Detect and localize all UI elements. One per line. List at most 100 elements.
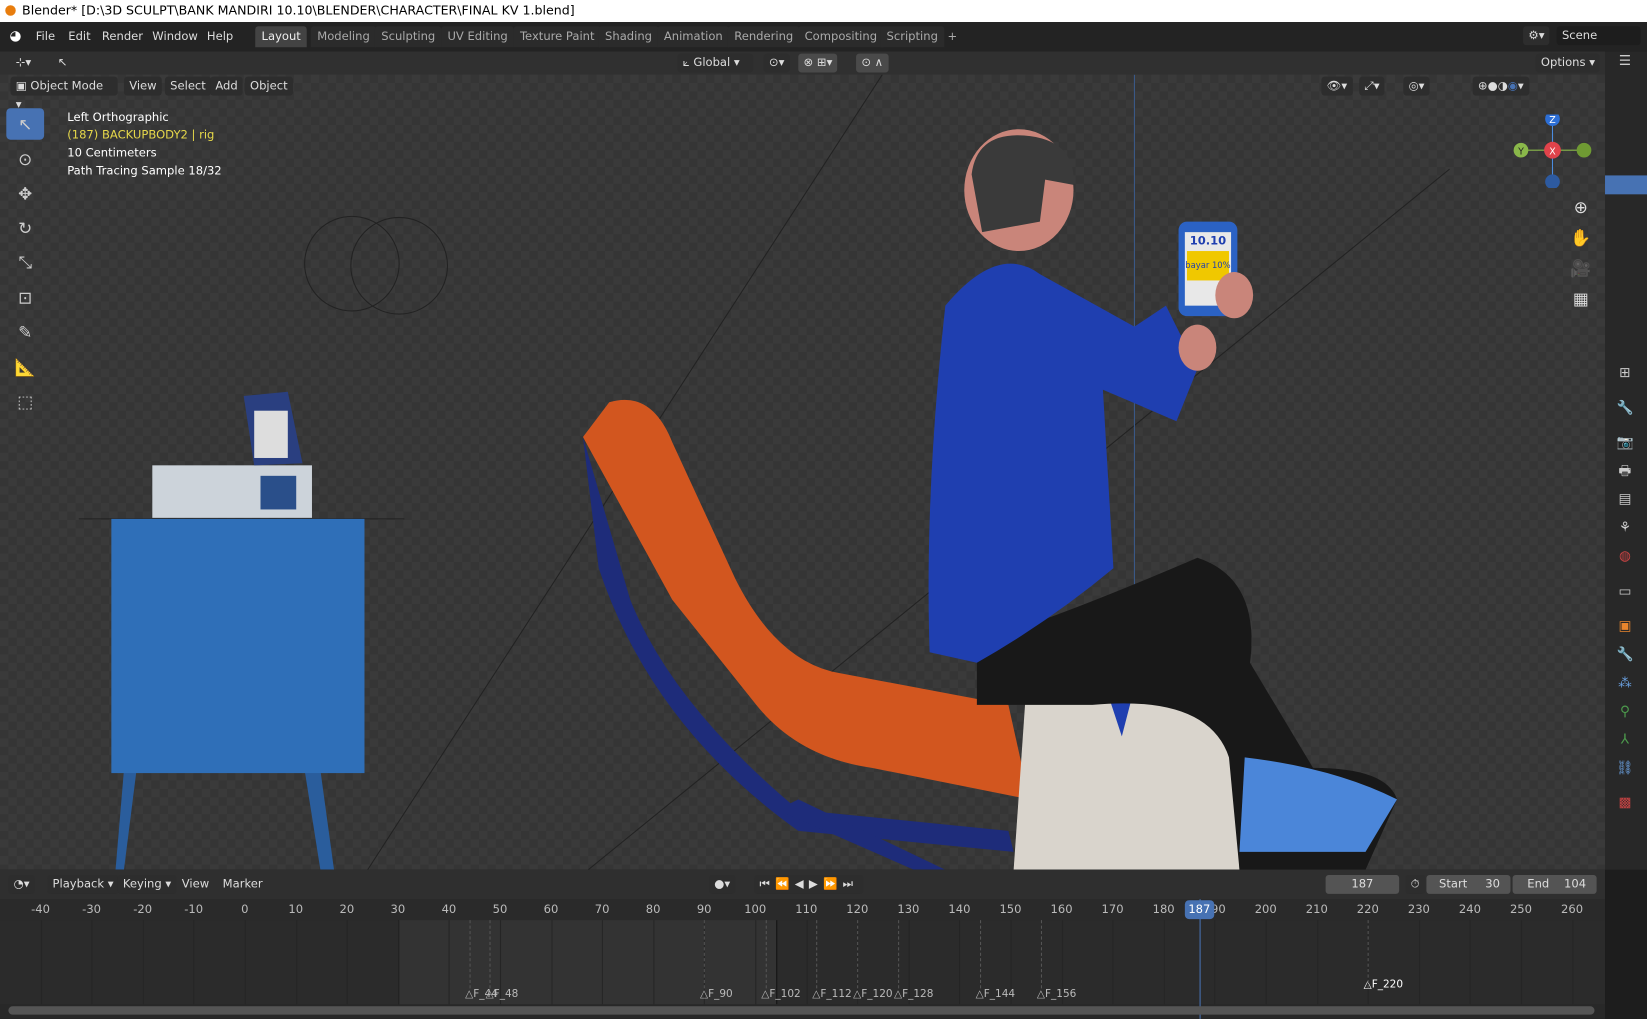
phone-headline: 10.10	[1190, 234, 1227, 248]
tab-uv-editing[interactable]: UV Editing	[441, 26, 515, 48]
particles-properties-icon[interactable]: ⁂	[1613, 673, 1636, 694]
mode-label: Object Mode	[30, 78, 104, 93]
data-properties-icon[interactable]: ⅄	[1613, 730, 1636, 751]
marker-label: F_144	[983, 988, 1016, 1000]
menu-window[interactable]: Window	[152, 27, 198, 46]
marker-line	[489, 920, 491, 989]
tab-layout[interactable]: Layout	[255, 26, 308, 48]
properties-editor-icon[interactable]: ⊞	[1613, 363, 1636, 384]
timeline-marker[interactable]: △F_128	[894, 988, 933, 1000]
pivot-icon[interactable]: ⊙▾	[763, 53, 790, 73]
menu-help[interactable]: Help	[207, 27, 233, 46]
physics-properties-icon[interactable]: ⚲	[1613, 702, 1636, 723]
camera-view-icon[interactable]: 🎥	[1570, 253, 1591, 283]
gizmo-x-label: X	[1549, 146, 1556, 157]
timeline-marker[interactable]: △F_144	[976, 988, 1015, 1000]
marker-label: F_48	[493, 988, 519, 1000]
solid-icon[interactable]: ●	[1488, 79, 1498, 93]
tab-texture-paint[interactable]: Texture Paint	[513, 26, 601, 48]
constraints-properties-icon[interactable]: ⛓	[1613, 758, 1636, 779]
marker-label: F_120	[861, 988, 893, 1000]
options-dropdown[interactable]: Options ▾	[1535, 53, 1601, 73]
gizmo-toggle-icon[interactable]: ⤢▾	[1359, 76, 1385, 96]
timeline-marker[interactable]: △F_48	[486, 988, 519, 1000]
playhead-frame-label[interactable]: 187	[1184, 900, 1215, 920]
scene-render: 10.10 bayar 10%	[0, 74, 1606, 870]
modifier-properties-icon[interactable]: 🔧	[1613, 645, 1636, 666]
zoom-icon[interactable]: ⊕	[1570, 192, 1591, 222]
orientation-label: Global	[693, 55, 731, 70]
scene-properties-icon[interactable]: ⚘	[1613, 518, 1636, 539]
menu-object[interactable]: Object	[244, 76, 293, 96]
ortho-grid-icon[interactable]: ▦	[1570, 284, 1591, 314]
editor-type-icon[interactable]: ⊹▾	[11, 54, 37, 73]
timeline-marker[interactable]: △F_120	[853, 988, 892, 1000]
annotate-tool-icon[interactable]: ✎	[6, 316, 44, 348]
timeline-marker[interactable]: △F_156	[1037, 988, 1076, 1000]
marker-triangle-icon: △	[893, 988, 903, 1000]
select-tool-icon[interactable]: ↖	[53, 54, 73, 73]
wireframe-icon[interactable]: ⊕	[1478, 79, 1488, 93]
overlays-icon[interactable]: ◎▾	[1403, 76, 1430, 96]
timeline-scrollbar[interactable]	[8, 1006, 1595, 1015]
material-icon[interactable]: ◑	[1498, 79, 1508, 93]
scene-field[interactable]: Scene	[1556, 26, 1641, 46]
timeline-marker[interactable]: △F_102	[761, 988, 800, 1000]
outliner-filter-icon[interactable]: ☰	[1613, 51, 1636, 72]
tool-properties-icon[interactable]: 🔧	[1613, 398, 1636, 419]
tab-sculpting[interactable]: Sculpting	[374, 26, 442, 48]
menu-render[interactable]: Render	[102, 27, 143, 46]
collection-properties-icon[interactable]: ▭	[1613, 582, 1636, 603]
scale-tool-icon[interactable]: ⤡	[6, 247, 44, 279]
navigation-gizmo[interactable]: Z X Y	[1510, 111, 1594, 190]
menu-add[interactable]: Add	[210, 76, 243, 96]
scene-selector-icon[interactable]: ⚙▾	[1523, 26, 1550, 46]
marker-triangle-icon: △	[1036, 988, 1046, 1000]
gizmo-z-label: Z	[1549, 115, 1556, 126]
blender-menu-icon[interactable]: ◕	[9, 27, 21, 46]
tab-shading[interactable]: Shading	[598, 26, 659, 48]
menu-select[interactable]: Select	[164, 76, 212, 96]
cursor-tool-icon[interactable]: ⊙	[6, 143, 44, 175]
proportional-edit-icon[interactable]: ⊙ ∧	[856, 53, 889, 73]
tab-animation[interactable]: Animation	[657, 26, 730, 48]
render-properties-icon[interactable]: 📷	[1613, 433, 1636, 454]
marker-triangle-icon: △	[465, 988, 474, 1000]
select-box-tool-icon[interactable]: ↖	[6, 108, 45, 140]
menu-edit[interactable]: Edit	[68, 27, 90, 46]
tab-scripting[interactable]: Scripting	[880, 26, 945, 48]
transform-tool-icon[interactable]: ⊡	[6, 282, 44, 314]
add-workspace-button[interactable]: +	[941, 26, 963, 47]
render-progress: Path Tracing Sample 18/32	[67, 163, 222, 178]
marker-line	[898, 920, 900, 989]
add-cube-tool-icon[interactable]: ⬚	[6, 385, 44, 417]
object-properties-icon[interactable]: ▣	[1613, 617, 1636, 638]
phone-promo: bayar 10%	[1185, 260, 1230, 270]
visibility-icon[interactable]: 👁▾	[1321, 76, 1353, 96]
world-properties-icon[interactable]: ◍	[1613, 546, 1636, 567]
tab-compositing[interactable]: Compositing	[798, 26, 884, 48]
marker-line	[765, 920, 767, 989]
timeline-marker[interactable]: △F_220	[1364, 979, 1403, 991]
texture-properties-icon[interactable]: ▩	[1613, 793, 1636, 814]
tab-rendering[interactable]: Rendering	[727, 26, 800, 48]
snap-icon[interactable]: ⊗ ⊞▾	[798, 53, 838, 73]
timeline-marker[interactable]: △F_90	[700, 988, 733, 1000]
shading-modes[interactable]: ⊕●◑◉▾	[1472, 76, 1529, 96]
rotate-tool-icon[interactable]: ↻	[6, 212, 44, 244]
rendered-icon[interactable]: ◉	[1508, 79, 1518, 93]
menu-view[interactable]: View	[123, 76, 162, 96]
mode-dropdown[interactable]: ▣ Object Mode ▾	[10, 76, 118, 111]
output-properties-icon[interactable]: 🖶	[1613, 461, 1636, 482]
timeline-editor[interactable]: ◔▾ Playback ▾ Keying ▾ View Marker ●▾ ⏮⏪…	[0, 869, 1606, 1019]
move-tool-icon[interactable]: ✥	[6, 178, 44, 210]
measure-tool-icon[interactable]: 📐	[6, 351, 44, 383]
timeline-marker[interactable]: △F_112	[812, 988, 851, 1000]
menu-file[interactable]: File	[36, 27, 55, 46]
tab-modeling[interactable]: Modeling	[310, 26, 377, 48]
transform-orientation-dropdown[interactable]: ⟀ Global ▾	[677, 53, 754, 73]
view-layer-icon[interactable]: ▤	[1613, 489, 1636, 510]
3d-viewport[interactable]: 10.10 bayar 10% Left Orthographic (187) …	[0, 74, 1606, 870]
grid-scale: 10 Centimeters	[67, 146, 157, 160]
pan-hand-icon[interactable]: ✋	[1570, 223, 1591, 253]
